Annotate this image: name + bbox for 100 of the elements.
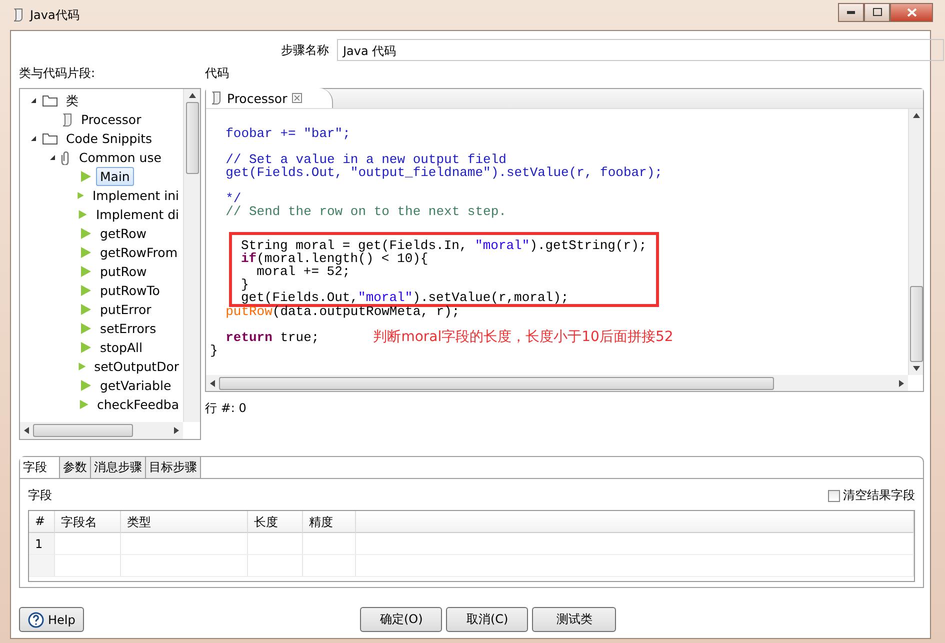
scroll-up-icon[interactable] [912, 113, 920, 118]
code-line: if(moral.length() < 10){ [241, 252, 428, 265]
scroll-icon [210, 91, 222, 105]
tree-item[interactable]: getVariable [96, 376, 176, 395]
paperclip-icon [61, 150, 71, 164]
expanded-arrow-icon[interactable] [30, 97, 37, 104]
tree-item[interactable]: setOutputDor [90, 357, 183, 376]
code-line: } [241, 278, 249, 291]
tree-item[interactable]: Main [96, 167, 134, 186]
tab[interactable]: 消息步骤 [91, 457, 146, 478]
play-icon [80, 379, 92, 392]
maximize-button[interactable] [864, 2, 890, 22]
folder-icon [42, 94, 58, 107]
play-icon [80, 265, 92, 278]
code-line: moral += 52; [256, 265, 350, 278]
dialog-button[interactable]: 确定(O) [360, 607, 442, 632]
code-line: get(Fields.Out, "output_fieldname").setValue(r, foobar); [226, 166, 662, 179]
tab[interactable]: 参数 [60, 457, 91, 478]
table-cell [55, 533, 121, 555]
tree-item[interactable]: Processor [77, 110, 146, 129]
folder-icon [42, 132, 58, 145]
code-line: String moral = get(Fields.In, "moral").getString(r); [241, 239, 647, 252]
close-button[interactable] [890, 2, 933, 22]
code-line: return true; [226, 331, 320, 344]
tree-item[interactable]: Implement di [92, 205, 183, 224]
column-header[interactable]: 字段名 [55, 511, 121, 533]
scroll-down-icon[interactable] [912, 366, 920, 371]
play-icon [80, 170, 92, 183]
row-number: 1 [29, 533, 55, 555]
minimize-icon [847, 10, 855, 14]
play-icon [77, 189, 84, 202]
scrollbar-thumb[interactable] [186, 102, 198, 174]
expanded-arrow-icon[interactable] [49, 154, 56, 161]
play-icon [78, 360, 86, 373]
checkbox-label: 清空结果字段 [843, 487, 915, 504]
help-button[interactable]: Help [19, 607, 84, 632]
scroll-up-icon[interactable] [188, 93, 196, 98]
play-icon [78, 208, 88, 221]
code-line: get(Fields.Out,"moral").setValue(r,moral); [241, 291, 569, 304]
scroll-icon [12, 8, 24, 22]
scroll-right-icon[interactable] [174, 427, 179, 434]
column-header[interactable]: 长度 [248, 511, 303, 533]
scrollbar-thumb[interactable] [33, 424, 133, 437]
minimize-button[interactable] [838, 2, 864, 22]
column-header[interactable]: # [29, 511, 55, 533]
table-cell [303, 533, 356, 555]
code-line: putRow(data.outputRowMeta, r); [226, 305, 460, 318]
scroll-icon [61, 112, 73, 126]
play-icon [80, 246, 92, 259]
vertical-scrollbar[interactable] [908, 109, 923, 375]
tree-item[interactable]: 类 [62, 91, 83, 110]
dialog-button[interactable]: 取消(C) [446, 607, 528, 632]
step-name-field[interactable]: Java 代码 [337, 39, 944, 61]
checkbox[interactable] [828, 490, 840, 502]
scroll-left-icon[interactable] [210, 380, 215, 386]
close-icon [906, 8, 916, 16]
tree-item[interactable]: setErrors [96, 319, 160, 338]
tree-item[interactable]: getRow [96, 224, 151, 243]
tree-item[interactable]: putRowTo [96, 281, 164, 300]
help-icon [28, 612, 44, 628]
horizontal-scrollbar[interactable] [20, 422, 183, 439]
code-line: // Send the row on to the next step. [226, 205, 506, 218]
code-label: 代码 [205, 66, 229, 80]
column-header[interactable]: 类型 [121, 511, 248, 533]
code-line: // Set a value in a new output field [226, 153, 506, 166]
code-line: foobar += "bar"; [226, 127, 350, 140]
tree-item[interactable]: putError [96, 300, 156, 319]
tree-item[interactable]: Common use [75, 148, 166, 167]
scroll-right-icon[interactable] [899, 380, 904, 386]
code-line: } [210, 344, 218, 357]
tree-item[interactable]: getRowFrom [96, 243, 182, 262]
editor-tab[interactable]: Processor [206, 88, 334, 108]
tree-item[interactable]: Implement ini [88, 186, 183, 205]
tree-item[interactable]: stopAll [96, 338, 146, 357]
play-icon [80, 322, 92, 335]
play-icon [80, 284, 92, 297]
tab[interactable]: 目标步骤 [146, 457, 201, 478]
table-cell [29, 555, 55, 577]
column-header[interactable]: 精度 [303, 511, 356, 533]
tree-item[interactable]: Code Snippits [62, 129, 156, 148]
row-status-text: 行 #: 0 [205, 400, 248, 417]
dialog-button[interactable]: 测试类 [532, 607, 616, 632]
tree-item[interactable]: putRow [96, 262, 151, 281]
window-title: Java代码 [30, 6, 80, 24]
close-icon[interactable] [292, 93, 302, 103]
scroll-left-icon[interactable] [24, 427, 29, 434]
tree-item[interactable]: checkFeedba [92, 395, 183, 414]
expanded-arrow-icon[interactable] [30, 135, 37, 142]
fields-label: 字段 [28, 487, 52, 504]
horizontal-scrollbar[interactable] [206, 375, 908, 391]
scrollbar-thumb[interactable] [219, 376, 774, 390]
vertical-scrollbar[interactable] [183, 89, 200, 422]
code-line: */ [226, 192, 242, 205]
scrollbar-thumb[interactable] [910, 286, 922, 362]
maximize-icon [872, 8, 882, 16]
play-icon [80, 303, 92, 316]
tab[interactable]: 字段 [20, 457, 60, 478]
step-name-label: 步骤名称 [281, 42, 329, 58]
tree-label: 类与代码片段: [19, 66, 96, 80]
annotation-text: 判断moral字段的长度，长度小于10后面拼接52 [373, 331, 674, 344]
